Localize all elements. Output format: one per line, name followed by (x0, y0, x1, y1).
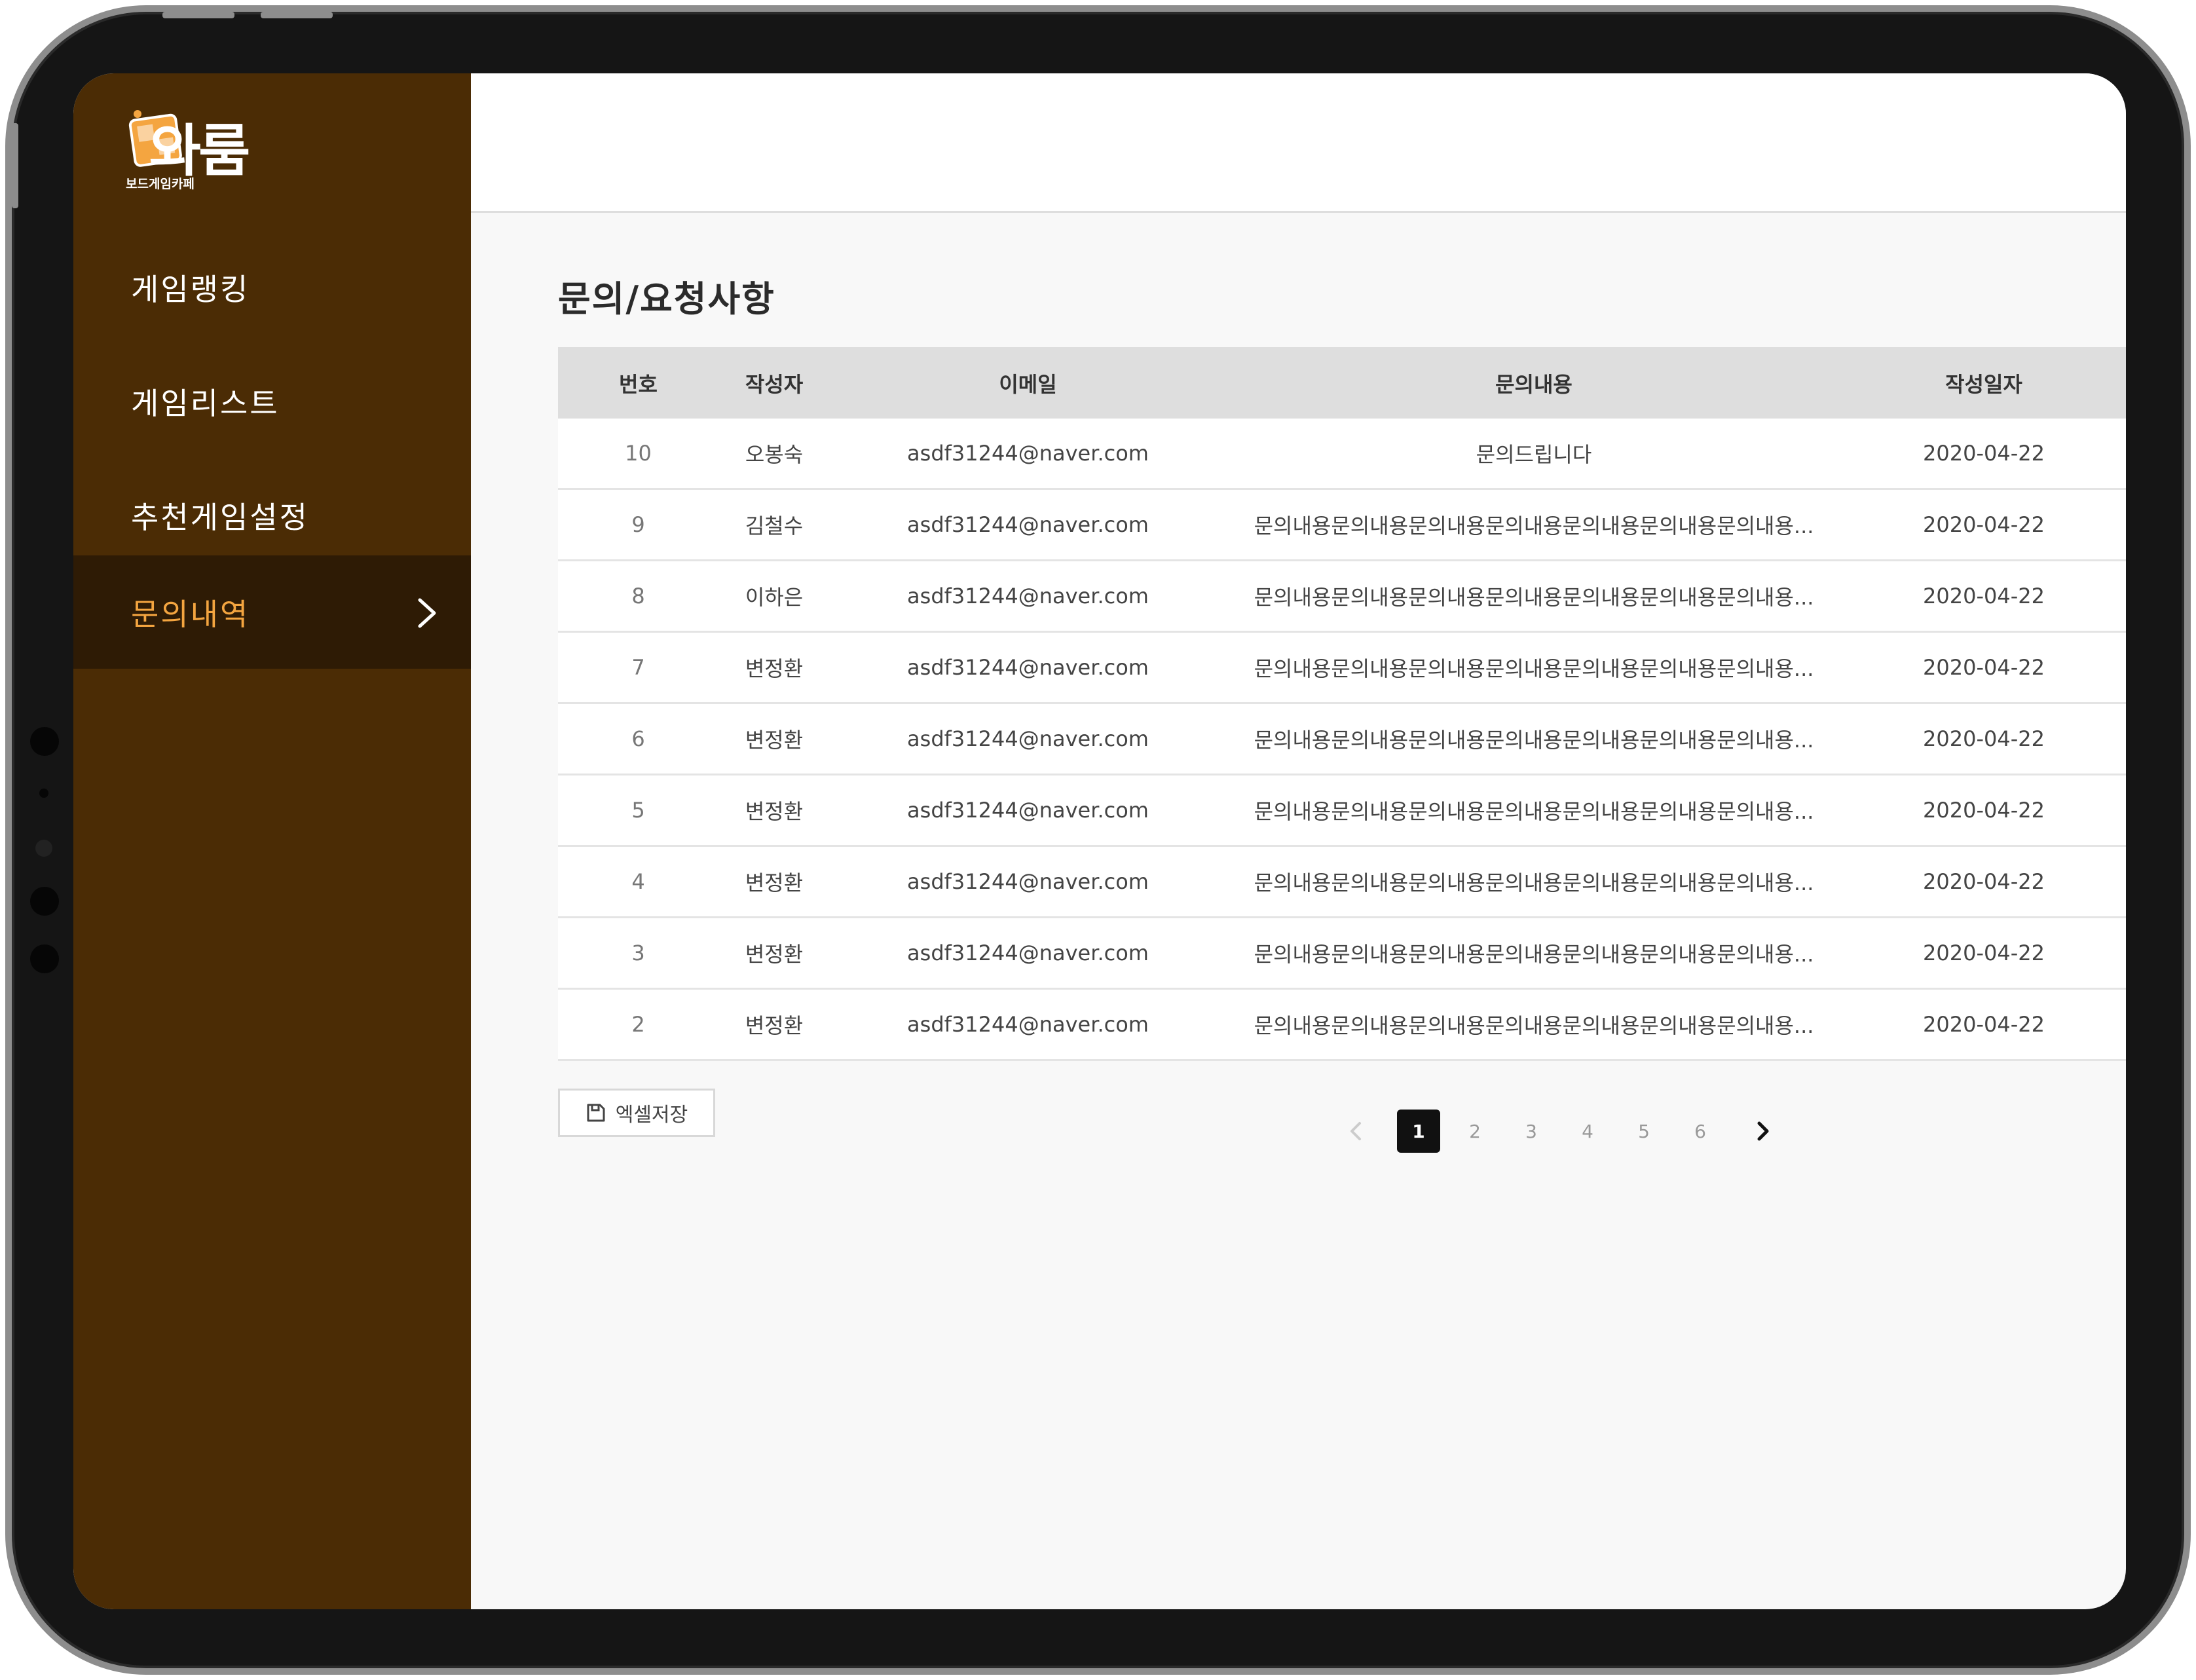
device-sensor (30, 944, 59, 973)
cell-date: 2020-04-22 (1923, 1012, 2045, 1037)
cell-content: 문의내용문의내용문의내용문의내용문의내용문의내용문의내용... (1254, 870, 1814, 895)
pagination-prev[interactable] (1334, 1110, 1377, 1153)
device-button-top (162, 12, 234, 18)
cell-date: 2020-04-22 (1923, 655, 2045, 680)
cell-number: 5 (631, 798, 645, 823)
cell-date: 2020-04-22 (1923, 441, 2045, 466)
device-camera (35, 840, 52, 857)
logo-subtext: 보드게임카페 (126, 177, 195, 191)
screen: 와룸 보드게임카페 게임랭킹 게임리스트 추천게임설정 문의내역 문의/요청사항… (73, 73, 2126, 1609)
table-header: 번호 작성자 이메일 문의내용 작성일자 (558, 347, 2126, 419)
cell-content: 문의내용문의내용문의내용문의내용문의내용문의내용문의내용... (1254, 1013, 1814, 1038)
sidebar-item-label: 게임리스트 (131, 385, 280, 421)
table-row[interactable]: 3 변정환 asdf31244@naver.com 문의내용문의내용문의내용문의내용문… (558, 918, 2126, 990)
cell-content: 문의내용문의내용문의내용문의내용문의내용문의내용문의내용... (1254, 799, 1814, 824)
cell-content: 문의내용문의내용문의내용문의내용문의내용문의내용문의내용... (1254, 728, 1814, 753)
cell-email: asdf31244@naver.com (907, 584, 1149, 608)
device-sensor (30, 887, 59, 916)
cell-content: 문의내용문의내용문의내용문의내용문의내용문의내용문의내용... (1254, 513, 1814, 538)
cell-content: 문의내용문의내용문의내용문의내용문의내용문의내용문의내용... (1254, 585, 1814, 610)
cell-author: 이하은 (745, 585, 804, 610)
table-row[interactable]: 9 김철수 asdf31244@naver.com 문의내용문의내용문의내용문의내용문… (558, 490, 2126, 561)
cell-date: 2020-04-22 (1923, 941, 2045, 965)
device-button-side (12, 123, 18, 208)
table-row[interactable]: 10 오봉숙 asdf31244@naver.com 문의드립니다 2020-04-22 (558, 419, 2126, 490)
cell-email: asdf31244@naver.com (907, 441, 1149, 466)
table-row[interactable]: 8 이하은 asdf31244@naver.com 문의내용문의내용문의내용문의내용문… (558, 561, 2126, 633)
table-row[interactable]: 7 변정환 asdf31244@naver.com 문의내용문의내용문의내용문의내용문… (558, 633, 2126, 704)
cell-number: 4 (631, 869, 645, 894)
cell-email: asdf31244@naver.com (907, 869, 1149, 894)
cell-date: 2020-04-22 (1923, 869, 2045, 894)
cell-email: asdf31244@naver.com (907, 1012, 1149, 1037)
sidebar-item-game-list[interactable]: 게임리스트 (73, 345, 471, 458)
excel-save-label: 엑셀저장 (615, 1104, 688, 1127)
cell-content: 문의내용문의내용문의내용문의내용문의내용문의내용문의내용... (1254, 656, 1814, 681)
column-header-content[interactable]: 문의내용 (1226, 368, 1842, 398)
column-header-email[interactable]: 이메일 (830, 368, 1226, 398)
pagination-pages: 123456 (1397, 1110, 1735, 1153)
table-row[interactable]: 6 변정환 asdf31244@naver.com 문의내용문의내용문의내용문의내용문… (558, 704, 2126, 775)
table-row[interactable]: 4 변정환 asdf31244@naver.com 문의내용문의내용문의내용문의내용문… (558, 847, 2126, 918)
device-button-top (261, 12, 333, 18)
sidebar-item-label: 게임랭킹 (131, 271, 250, 307)
cell-date: 2020-04-22 (1923, 798, 2045, 823)
column-header-date[interactable]: 작성일자 (1842, 368, 2126, 398)
pagination: 123456 (1334, 1108, 1785, 1154)
device-sensor (30, 727, 59, 756)
cell-email: asdf31244@naver.com (907, 941, 1149, 965)
chevron-left-icon (1350, 1122, 1361, 1140)
cell-date: 2020-04-22 (1923, 512, 2045, 537)
cell-date: 2020-04-22 (1923, 726, 2045, 751)
table-body: 10 오봉숙 asdf31244@naver.com 문의드립니다 2020-04-22… (558, 419, 2126, 1061)
cell-number: 7 (631, 655, 645, 680)
pagination-page[interactable]: 3 (1510, 1110, 1553, 1153)
cell-author: 변정환 (745, 870, 804, 895)
cell-author: 변정환 (745, 799, 804, 824)
sidebar-item-game-ranking[interactable]: 게임랭킹 (73, 231, 471, 344)
pagination-next[interactable] (1741, 1110, 1785, 1153)
cell-number: 9 (631, 512, 645, 537)
cell-date: 2020-04-22 (1923, 584, 2045, 608)
cell-number: 2 (631, 1012, 645, 1037)
pagination-page[interactable]: 6 (1679, 1110, 1722, 1153)
cell-number: 10 (625, 441, 652, 466)
cell-author: 김철수 (745, 513, 804, 538)
brand-logo[interactable]: 와룸 보드게임카페 (126, 100, 270, 198)
pagination-page[interactable]: 1 (1397, 1110, 1440, 1153)
pagination-page[interactable]: 2 (1453, 1110, 1497, 1153)
cell-email: asdf31244@naver.com (907, 798, 1149, 823)
sidebar-item-inquiries[interactable]: 문의내역 (73, 555, 471, 669)
cell-author: 변정환 (745, 656, 804, 681)
cell-author: 오봉숙 (745, 442, 804, 467)
table-row[interactable]: 2 변정환 asdf31244@naver.com 문의내용문의내용문의내용문의내용문… (558, 990, 2126, 1061)
cell-email: asdf31244@naver.com (907, 512, 1149, 537)
chevron-right-icon (1757, 1121, 1769, 1141)
cell-author: 변정환 (745, 1013, 804, 1038)
cell-number: 6 (631, 726, 645, 751)
pagination-page[interactable]: 4 (1566, 1110, 1609, 1153)
table-row[interactable]: 5 변정환 asdf31244@naver.com 문의내용문의내용문의내용문의내용문… (558, 775, 2126, 847)
sidebar-item-label: 추천게임설정 (131, 499, 309, 535)
excel-save-button[interactable]: 엑셀저장 (558, 1089, 715, 1137)
cell-content: 문의내용문의내용문의내용문의내용문의내용문의내용문의내용... (1254, 942, 1814, 967)
save-icon (587, 1104, 605, 1122)
top-bar (471, 73, 2126, 213)
cell-email: asdf31244@naver.com (907, 726, 1149, 751)
column-header-author[interactable]: 작성자 (718, 368, 830, 398)
sidebar: 와룸 보드게임카페 게임랭킹 게임리스트 추천게임설정 문의내역 (73, 73, 471, 1609)
cell-author: 변정환 (745, 728, 804, 753)
cell-number: 8 (631, 584, 645, 608)
sidebar-item-label: 문의내역 (131, 596, 250, 632)
column-header-number[interactable]: 번호 (558, 368, 718, 398)
cell-author: 변정환 (745, 942, 804, 967)
cell-number: 3 (631, 941, 645, 965)
inquiry-table: 번호 작성자 이메일 문의내용 작성일자 10 오봉숙 asdf31244@nave… (558, 347, 2126, 1061)
page-title: 문의/요청사항 (558, 278, 775, 320)
device-sensor (39, 789, 48, 798)
cell-content: 문의드립니다 (1476, 442, 1592, 467)
cell-email: asdf31244@naver.com (907, 655, 1149, 680)
pagination-page[interactable]: 5 (1622, 1110, 1666, 1153)
chevron-right-icon (418, 598, 436, 628)
